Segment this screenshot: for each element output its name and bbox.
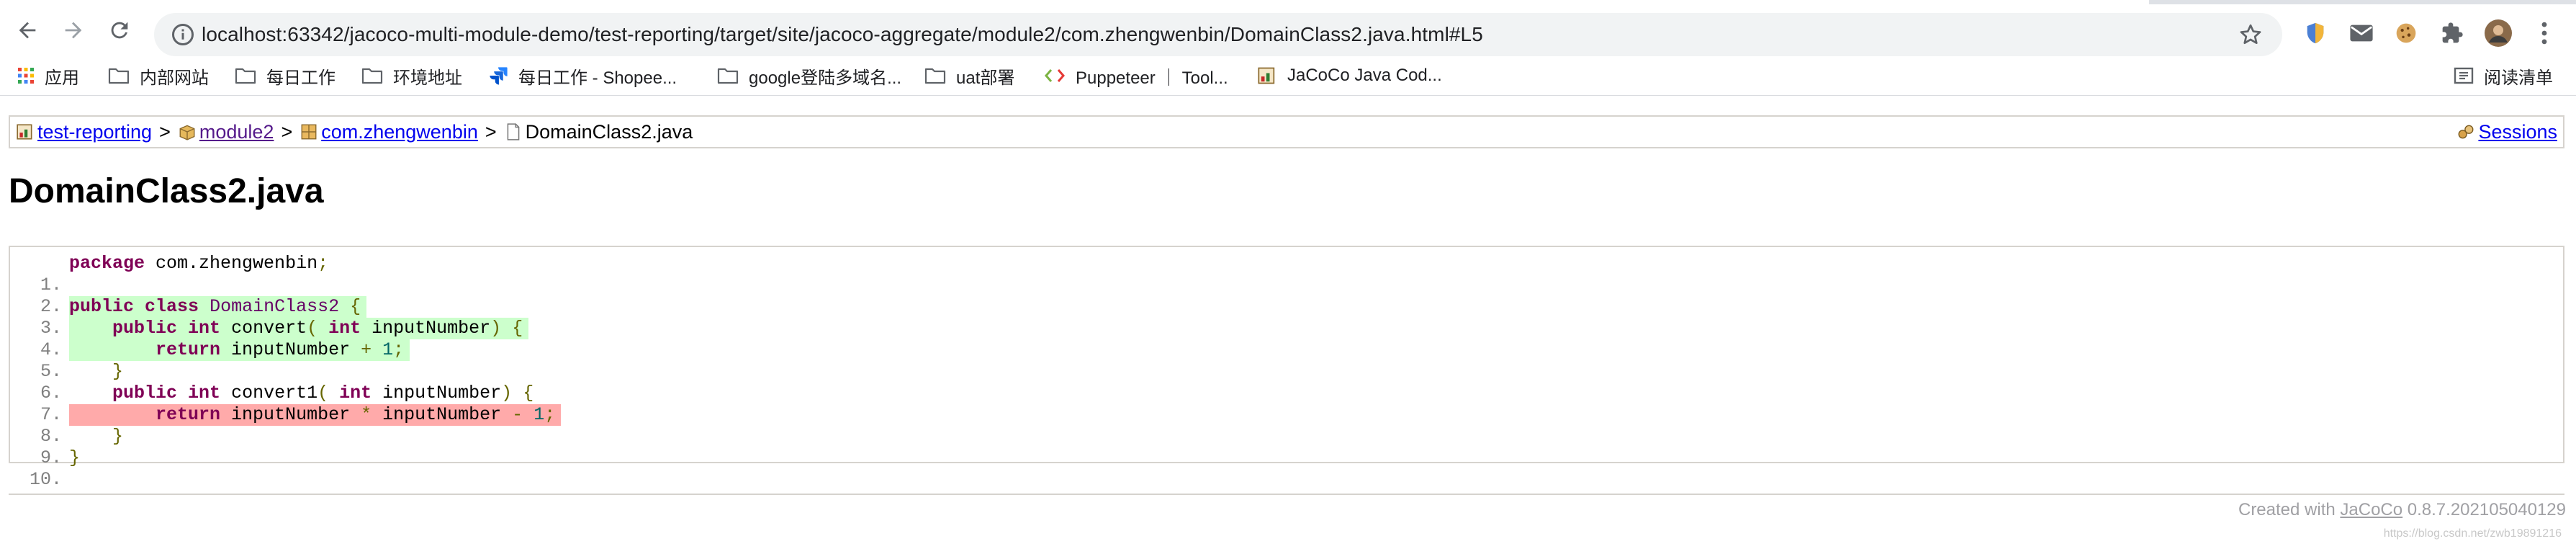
back-button[interactable] [6,9,49,52]
reload-button[interactable] [98,9,141,52]
browser-toolbar: localhost:63342/jacoco-multi-module-demo… [0,4,2576,56]
line-number: 10. [29,469,62,490]
footer: Created with JaCoCo 0.8.7.202105040129 [2238,499,2566,522]
bookmark-jira[interactable]: 每日工作 - Shopee... [488,56,677,95]
code-text: return inputNumber + 1; [69,339,410,361]
code-line: 1. package com.zhengwenbin; [10,253,328,295]
reload-icon [111,22,128,39]
footer-divider [9,494,2564,495]
breadcrumb-items: test-reporting > module2 > com.zhengwenb… [16,117,693,147]
code-text: public int convert( int inputNumber) { [69,318,529,339]
code-text: } [112,361,124,382]
folder-icon [108,67,130,84]
bookmark-label: 每日工作 - Shopee... [518,68,677,88]
breadcrumb-separator: > [281,120,293,143]
code-line: 6. } [10,361,123,403]
code-line-not-covered: 8. return inputNumber * inputNumber - 1; [10,404,562,447]
bookmark-folder-internal[interactable]: 内部网站 [108,56,209,95]
profile-avatar[interactable] [2484,19,2513,48]
page-title: DomainClass2.java [9,172,324,210]
sessions-link-wrap: Sessions [2456,117,2557,147]
source-code-block: 1. package com.zhengwenbin; 2. 3. public… [9,246,2564,490]
cookie-icon[interactable] [2392,19,2420,48]
more-menu-icon[interactable] [2530,19,2559,48]
extension-shield-icon[interactable] [2301,19,2330,48]
code-line-covered: 3. public class DomainClass2 { [10,296,367,339]
reading-list-icon [2454,67,2474,84]
code-text: public class DomainClass2 { [69,296,367,318]
folder-icon [235,67,256,84]
apps-grid-icon [17,67,35,84]
code-text: package com.zhengwenbin; [69,253,329,274]
bookmark-label: Puppeteer ｜ Tool... [1076,68,1228,88]
code-text: } [69,447,81,468]
bookmark-folder-uat[interactable]: uat部署 [924,56,1014,95]
folder-icon [361,67,383,84]
breadcrumb-current: DomainClass2.java [525,120,693,143]
bookmark-label: 应用 [45,68,79,88]
code-line: 7. public int convert1( int inputNumber)… [10,383,533,425]
jacoco-icon [1257,66,1277,86]
bookmark-star-icon[interactable] [2238,22,2264,48]
extensions-puzzle-icon[interactable] [2438,19,2467,48]
reading-list-button[interactable]: 阅读清单 [2454,56,2553,95]
folder-icon [924,67,946,84]
bundle-icon [179,125,195,140]
info-icon[interactable] [170,22,196,48]
reading-list-label: 阅读清单 [2484,68,2553,88]
arrow-right-icon [65,22,82,39]
package-icon [301,124,317,140]
bookmark-puppeteer[interactable]: Puppeteer ｜ Tool... [1044,56,1228,95]
code-line: 2. [10,274,62,317]
jira-icon [488,66,508,86]
puppeteer-icon [1044,68,1066,84]
forward-button[interactable] [52,9,95,52]
jacoco-link[interactable]: JaCoCo [2340,500,2402,519]
breadcrumb-link-module2[interactable]: module2 [199,121,274,143]
code-line: 9. } [10,426,123,468]
breadcrumb-link-package[interactable]: com.zhengwenbin [321,121,478,143]
bookmark-folder-daily[interactable]: 每日工作 [235,56,335,95]
code-line-covered: 5. return inputNumber + 1; [10,339,410,382]
bookmark-apps[interactable]: 应用 [17,56,79,95]
code-text: return inputNumber * inputNumber - 1; [69,404,562,426]
mail-icon[interactable] [2347,19,2376,48]
url-text[interactable]: localhost:63342/jacoco-multi-module-demo… [202,13,1483,56]
watermark: https://blog.csdn.net/zwb19891216 [2383,527,2562,540]
bookmark-folder-google[interactable]: google登陆多域名... [717,56,901,95]
bookmark-label: uat部署 [956,68,1015,88]
report-icon [17,124,32,140]
bookmark-folder-env[interactable]: 环境地址 [361,56,462,95]
code-text: public int convert1( int inputNumber) { [112,383,534,403]
bookmark-label: 每日工作 [266,68,335,88]
bookmarks-bar: 应用 内部网站 每日工作 环境地址 每日工作 - Shopee... googl… [0,56,2576,96]
sessions-link[interactable]: Sessions [2478,121,2557,143]
breadcrumb-link-test-reporting[interactable]: test-reporting [37,121,152,143]
address-bar[interactable]: localhost:63342/jacoco-multi-module-demo… [154,13,2282,56]
folder-icon [717,67,739,84]
bookmark-label: JaCoCo Java Cod... [1287,66,1442,85]
bookmark-label: 环境地址 [393,68,462,88]
arrow-left-icon [19,22,36,39]
footer-version: 0.8.7.202105040129 [2402,500,2566,519]
source-file-icon [507,123,519,140]
bookmark-label: 内部网站 [140,68,209,88]
code-text: } [112,426,124,447]
footer-prefix: Created with [2238,500,2341,519]
breadcrumb: test-reporting > module2 > com.zhengwenb… [9,115,2564,148]
sessions-icon [2458,125,2474,139]
code-line: 10. } [10,447,80,490]
code-line-covered: 4. public int convert( int inputNumber) … [10,318,529,360]
bookmark-jacoco[interactable]: JaCoCo Java Cod... [1257,56,1442,95]
breadcrumb-separator: > [159,120,171,143]
breadcrumb-separator: > [485,120,497,143]
bookmark-label: google登陆多域名... [749,68,902,88]
